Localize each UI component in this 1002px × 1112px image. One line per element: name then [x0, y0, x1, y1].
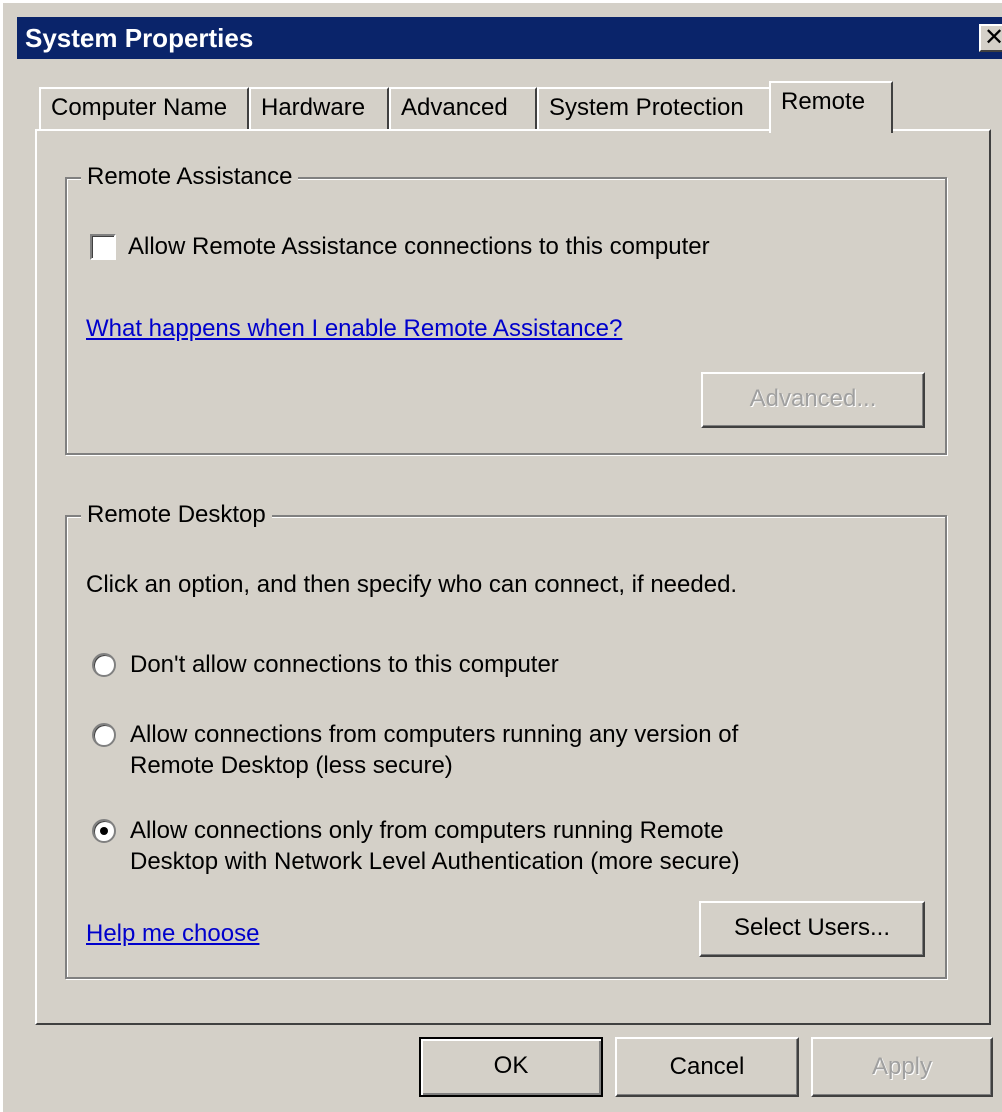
- allow-remote-assistance-label[interactable]: Allow Remote Assistance connections to t…: [128, 231, 710, 262]
- tab-label: Hardware: [261, 94, 366, 121]
- button-label: Advanced...: [749, 385, 877, 412]
- tab-advanced[interactable]: Advanced: [389, 87, 537, 131]
- tab-label: Remote: [781, 88, 866, 115]
- radio-allow-nla-only-label-line2[interactable]: Desktop with Network Level Authenticatio…: [130, 846, 740, 877]
- tab-label: Advanced: [401, 94, 508, 121]
- tab-system-protection[interactable]: System Protection: [537, 87, 771, 131]
- remote-assistance-help-link[interactable]: What happens when I enable Remote Assist…: [86, 314, 622, 344]
- close-icon: ✕: [983, 23, 1002, 51]
- title-bar[interactable]: System Properties ✕: [17, 17, 1002, 59]
- allow-remote-assistance-checkbox[interactable]: [90, 234, 116, 260]
- tab-remote[interactable]: Remote: [769, 81, 893, 133]
- select-users-button[interactable]: Select Users...: [699, 901, 925, 957]
- group-title: Remote Desktop: [81, 500, 272, 530]
- close-button[interactable]: ✕: [979, 24, 1002, 52]
- advanced-button[interactable]: Advanced...: [701, 372, 925, 428]
- button-label: OK: [493, 1052, 529, 1079]
- radio-dont-allow-label[interactable]: Don't allow connections to this computer: [130, 649, 559, 680]
- system-properties-window: System Properties ✕ Computer Name Hardwa…: [0, 0, 1002, 1112]
- remote-desktop-group: Remote Desktop Click an option, and then…: [65, 500, 947, 979]
- radio-allow-any-version[interactable]: [92, 723, 116, 747]
- tab-label: System Protection: [549, 94, 744, 121]
- button-label: Select Users...: [733, 914, 891, 941]
- window-title: System Properties: [25, 23, 254, 53]
- button-label: Cancel: [669, 1053, 745, 1080]
- group-title: Remote Assistance: [81, 162, 299, 192]
- tab-label: Computer Name: [51, 94, 228, 121]
- radio-allow-any-version-label-line2[interactable]: Remote Desktop (less secure): [130, 750, 453, 781]
- tab-computer-name[interactable]: Computer Name: [39, 87, 249, 131]
- tab-hardware[interactable]: Hardware: [249, 87, 389, 131]
- radio-allow-nla-only[interactable]: [92, 819, 116, 843]
- remote-tab-panel: Remote Assistance Allow Remote Assistanc…: [35, 129, 991, 1025]
- help-me-choose-link[interactable]: Help me choose: [86, 919, 259, 949]
- radio-allow-any-version-label[interactable]: Allow connections from computers running…: [130, 719, 738, 750]
- remote-assistance-group: Remote Assistance Allow Remote Assistanc…: [65, 162, 947, 455]
- cancel-button[interactable]: Cancel: [615, 1037, 799, 1097]
- remote-desktop-instructions: Click an option, and then specify who ca…: [86, 571, 738, 598]
- ok-button[interactable]: OK: [419, 1037, 603, 1097]
- button-label: Apply: [871, 1053, 933, 1080]
- apply-button[interactable]: Apply: [811, 1037, 993, 1097]
- radio-dont-allow[interactable]: [92, 653, 116, 677]
- radio-allow-nla-only-label[interactable]: Allow connections only from computers ru…: [130, 815, 724, 846]
